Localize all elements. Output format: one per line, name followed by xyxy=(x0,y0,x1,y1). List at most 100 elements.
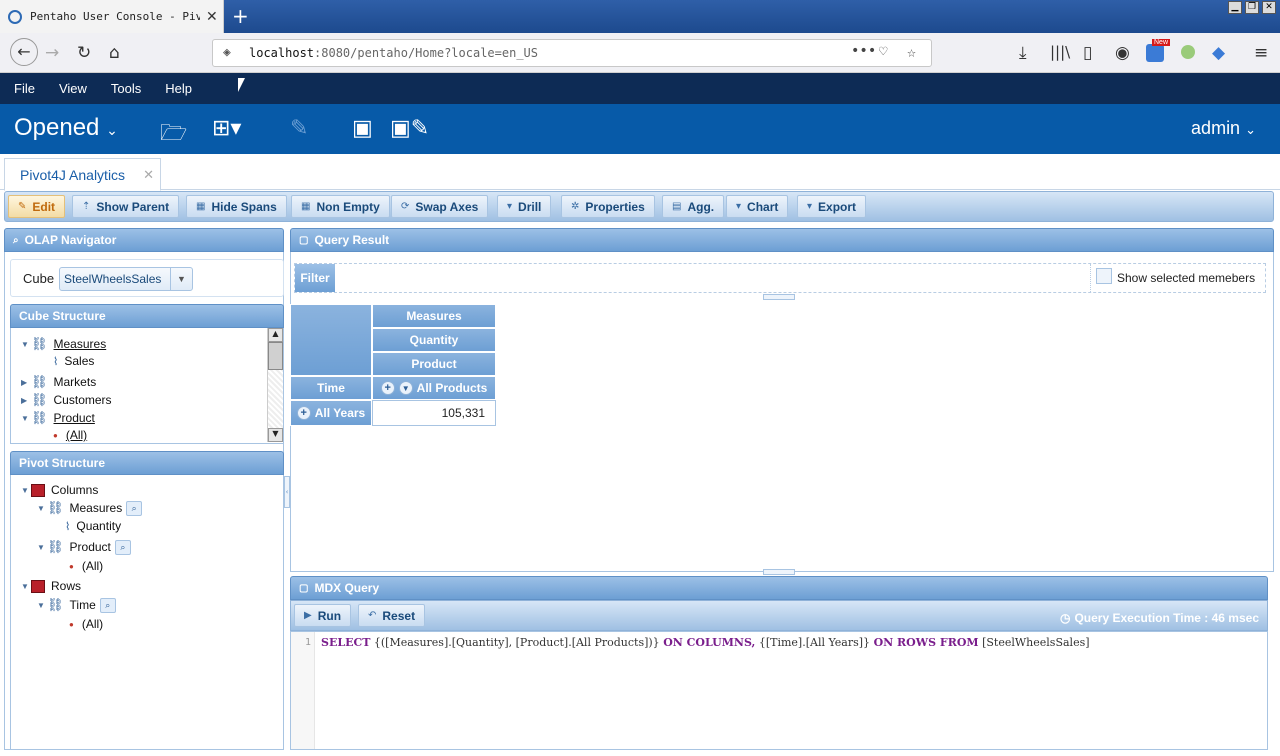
cube-select[interactable]: SteelWheelsSales ▼ xyxy=(59,267,193,291)
tree-item-label: Quantity xyxy=(76,519,122,533)
filter-label: Filter xyxy=(295,264,335,292)
forward-icon[interactable]: → xyxy=(45,43,59,63)
mdx-editor[interactable]: 1 SELECT {([Measures].[Quantity], [Produ… xyxy=(290,631,1268,750)
user-menu[interactable]: admin ⌄ xyxy=(1191,118,1256,139)
search-icon[interactable]: ⌕ xyxy=(114,539,131,555)
tree-item-all[interactable]: ● (All) xyxy=(69,559,103,573)
expanded-icon[interactable]: ▼ xyxy=(21,340,31,349)
expanded-icon[interactable]: ▼ xyxy=(37,543,47,552)
drill-button[interactable]: ▾ Drill xyxy=(497,195,552,218)
run-button[interactable]: ▶ Run xyxy=(294,604,352,627)
chart-button[interactable]: ▾ Chart xyxy=(726,195,789,218)
home-icon[interactable]: ⌂ xyxy=(109,43,120,63)
properties-button[interactable]: ✲ Properties xyxy=(561,195,655,218)
menu-view[interactable]: View xyxy=(59,81,87,96)
pocket-icon[interactable]: ♡ xyxy=(879,44,887,60)
hamburger-menu-icon[interactable]: ≡ xyxy=(1254,43,1268,63)
expanded-icon[interactable]: ▼ xyxy=(21,582,31,591)
pivot-structure-panel: Pivot Structure xyxy=(10,451,284,475)
member-all-years[interactable]: + All Years xyxy=(290,400,372,426)
tree-item-label: Rows xyxy=(51,579,82,593)
download-icon[interactable]: ⤓ xyxy=(1019,43,1027,63)
search-icon[interactable]: ⌕ xyxy=(99,597,116,613)
extension-icon[interactable] xyxy=(1146,44,1164,62)
aggregation-button[interactable]: ▤ Agg. xyxy=(662,195,725,218)
filter-drop-zone[interactable] xyxy=(339,264,1091,292)
tree-item-sales[interactable]: ⌇ Sales xyxy=(53,354,94,368)
hide-spans-button[interactable]: ▦ Hide Spans xyxy=(186,195,287,218)
tree-item-all[interactable]: ● (All) xyxy=(69,617,103,631)
menu-tools[interactable]: Tools xyxy=(111,81,141,96)
query-result-header: ▢ Query Result xyxy=(290,228,1274,252)
extension-circle-icon[interactable] xyxy=(1181,45,1195,59)
mdx-panel: ▢ MDX Query xyxy=(290,576,1268,600)
show-parent-button[interactable]: ⇡ Show Parent xyxy=(72,195,180,218)
export-button[interactable]: ▾ Export xyxy=(797,195,867,218)
opened-dropdown[interactable]: Opened ⌄ xyxy=(14,114,118,142)
tab-pivot4j-analytics[interactable]: Pivot4J Analytics ✕ xyxy=(4,158,161,191)
back-icon[interactable]: ← xyxy=(10,38,38,66)
save-icon[interactable]: ▣ xyxy=(352,116,373,141)
tree-item-all[interactable]: ● (All) xyxy=(53,428,87,442)
new-file-icon[interactable]: ⊞▾ xyxy=(212,116,241,141)
member-all-products[interactable]: + ▼ All Products xyxy=(372,376,496,400)
vertical-scrollbar[interactable]: ▲ ▼ xyxy=(267,328,283,442)
reset-button[interactable]: ↶ Reset xyxy=(358,604,426,627)
mdx-header: ▢ MDX Query xyxy=(290,576,1268,600)
tree-item-product[interactable]: ▼ ⛓ Product xyxy=(21,410,95,426)
drill-label: Drill xyxy=(518,199,542,214)
non-empty-button[interactable]: ▦ Non Empty xyxy=(291,195,390,218)
library-icon[interactable]: |||\ xyxy=(1050,43,1070,61)
scroll-down-icon[interactable]: ▼ xyxy=(268,428,283,442)
tree-item-measures[interactable]: ▼ ⛓ Measures ⌕ xyxy=(37,500,143,516)
show-selected-checkbox[interactable] xyxy=(1096,268,1112,284)
bookmark-star-icon[interactable]: ☆ xyxy=(907,43,916,61)
expanded-icon[interactable]: ▼ xyxy=(21,486,31,495)
expand-icon[interactable]: + xyxy=(380,381,395,395)
save-as-icon[interactable]: ▣✎ xyxy=(390,116,429,141)
collapsed-icon[interactable]: ▶ xyxy=(21,396,31,405)
cube-select-value: SteelWheelsSales xyxy=(64,272,162,286)
expanded-icon[interactable]: ▼ xyxy=(37,601,47,610)
restore-window-icon[interactable]: ❐ xyxy=(1245,1,1259,14)
minimize-window-icon[interactable]: ▁ xyxy=(1228,1,1242,14)
new-tab-icon[interactable]: + xyxy=(232,4,249,28)
expand-icon[interactable]: + xyxy=(296,406,311,420)
tree-item-measures[interactable]: ▼ ⛓ Measures xyxy=(21,336,106,352)
splitter-handle[interactable] xyxy=(763,569,795,575)
browser-tab[interactable]: Pentaho User Console - Pivot4J ✕ xyxy=(0,0,224,33)
menu-help[interactable]: Help xyxy=(165,81,192,96)
menu-file[interactable]: File xyxy=(14,81,35,96)
scroll-up-icon[interactable]: ▲ xyxy=(268,328,283,342)
swap-axes-button[interactable]: ⟳ Swap Axes xyxy=(391,195,489,218)
extension-puzzle-icon[interactable]: ◆ xyxy=(1212,43,1225,63)
edit-button[interactable]: ✎ Edit xyxy=(8,195,66,218)
close-icon[interactable]: ✕ xyxy=(143,167,154,183)
reload-icon[interactable]: ↻ xyxy=(77,43,91,63)
tree-item-columns[interactable]: ▼ Columns xyxy=(21,483,98,497)
tree-item-markets[interactable]: ▶ ⛓ Markets xyxy=(21,374,96,390)
scroll-thumb[interactable] xyxy=(268,342,283,370)
tree-item-product[interactable]: ▼ ⛓ Product ⌕ xyxy=(37,539,131,555)
url-bar[interactable]: ◈ ⓘ localhost:8080/pentaho/Home?locale=e… xyxy=(212,39,932,67)
tree-item-time[interactable]: ▼ ⛓ Time ⌕ xyxy=(37,597,116,613)
drill-icon[interactable]: ▼ xyxy=(398,381,413,395)
tree-item-customers[interactable]: ▶ ⛓ Customers xyxy=(21,392,112,408)
sidebar-icon[interactable]: ▯ xyxy=(1083,43,1092,63)
expanded-icon[interactable]: ▼ xyxy=(37,504,47,513)
tree-item-rows[interactable]: ▼ Rows xyxy=(21,579,81,593)
open-folder-icon[interactable]: 🗁 xyxy=(160,116,187,154)
chevron-down-icon[interactable]: ▼ xyxy=(170,268,192,290)
filter-bar: Filter Show selected memebers xyxy=(294,263,1266,293)
tree-item-quantity[interactable]: ⌇ Quantity xyxy=(65,519,121,533)
search-icon[interactable]: ⌕ xyxy=(126,500,143,516)
edit-pencil-icon[interactable]: ✎ xyxy=(290,116,308,141)
more-icon[interactable]: ••• xyxy=(851,43,876,59)
account-icon[interactable]: ◉ xyxy=(1115,43,1130,63)
splitter-handle[interactable] xyxy=(763,294,795,300)
close-tab-icon[interactable]: ✕ xyxy=(206,9,218,25)
close-window-icon[interactable]: ✕ xyxy=(1262,1,1276,14)
collapsed-icon[interactable]: ▶ xyxy=(21,378,31,387)
measure-icon: ⌇ xyxy=(53,355,59,368)
expanded-icon[interactable]: ▼ xyxy=(21,414,31,423)
